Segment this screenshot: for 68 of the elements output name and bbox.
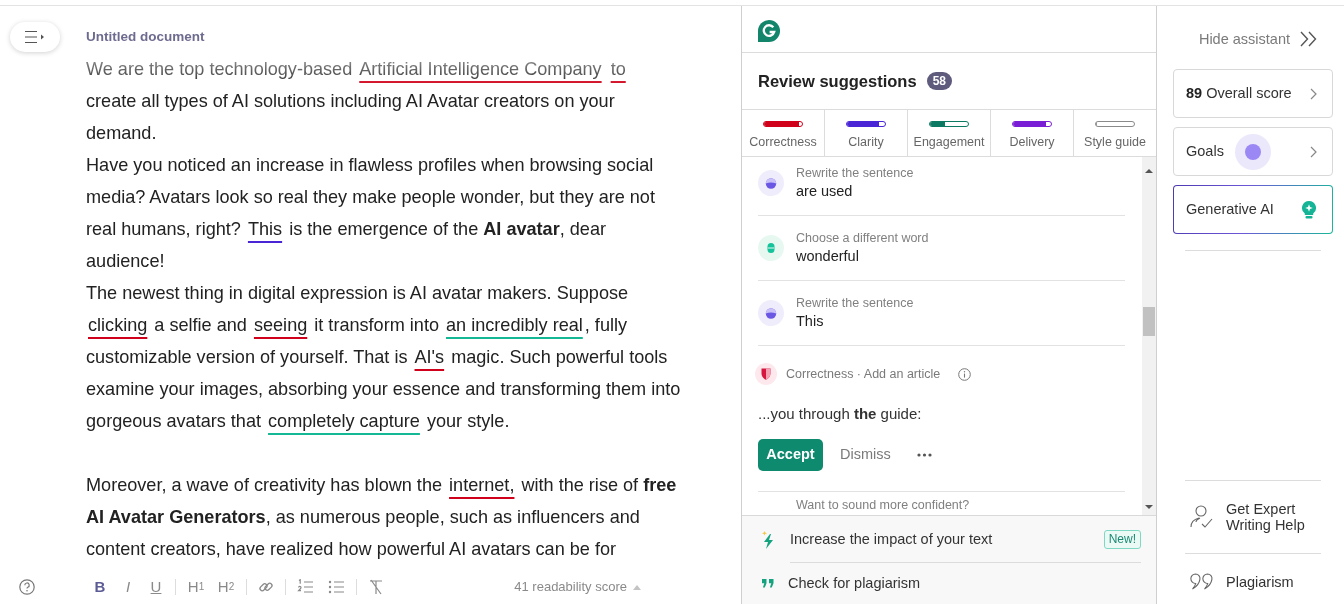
correctness-icon	[755, 363, 777, 385]
flagged-word[interactable]: completely capture	[266, 411, 422, 431]
suggestion-item[interactable]: Rewrite the sentence are used	[758, 157, 1125, 216]
accept-button[interactable]: Accept	[758, 439, 823, 471]
lightning-icon	[760, 530, 776, 549]
flagged-word[interactable]: Artificial Intelligence Company	[357, 59, 604, 79]
flagged-word[interactable]: clicking	[86, 315, 150, 335]
help-icon[interactable]	[19, 579, 35, 595]
numbered-list-icon[interactable]	[297, 579, 314, 595]
person-check-icon	[1190, 504, 1214, 530]
scrollbar[interactable]	[1142, 157, 1156, 515]
hide-assistant-button[interactable]: Hide assistant	[1198, 29, 1317, 49]
paragraph: The newest thing in digital expression is AI avatar makers. Suppose clicking a selfie and seeing it transform into an incredibly real, fully customizable version of yourself. That is AI's magic. Such powerful tools examine your images, absorbing your essence and transforming them into gorgeous avatars that completely capture your style.	[86, 282, 682, 433]
suggestion-label: Rewrite the sentence	[796, 165, 914, 181]
bullet-list-icon[interactable]	[328, 579, 345, 595]
flagged-word[interactable]: AI's	[412, 347, 447, 367]
suggestion-heading: Correctness · Add an article	[786, 365, 941, 383]
flagged-word[interactable]: internet,	[447, 475, 517, 495]
suggestion-text: are used	[796, 182, 854, 201]
dot-icon	[1234, 133, 1271, 170]
scroll-down-icon[interactable]	[1145, 504, 1153, 510]
lightbulb-icon	[1301, 200, 1317, 219]
flagged-word[interactable]: to	[608, 59, 628, 79]
suggestion-excerpt: ...you through the guide:	[758, 404, 923, 424]
logo-icon	[758, 19, 780, 42]
tool-item[interactable]: Check for plagiarism	[742, 563, 1156, 604]
info-icon[interactable]	[958, 367, 972, 381]
double-chevron-icon	[1300, 31, 1317, 47]
paragraph: We are the top technology-based Artificial Intelligence Company to create all types of AI solutions including AI Avatar creators on your demand.	[86, 58, 629, 145]
clarity-icon	[758, 170, 784, 196]
suggestion-item[interactable]: Rewrite the sentence This	[758, 281, 1125, 346]
suggestion-label: Choose a different word	[796, 230, 929, 246]
suggestion-text: This	[796, 312, 825, 331]
clarity-icon	[758, 300, 784, 326]
scroll-up-icon[interactable]	[1145, 168, 1153, 174]
flagged-word[interactable]: an incredibly real	[444, 315, 585, 335]
chevron-right-icon	[1310, 145, 1317, 158]
goals-card[interactable]: Goals	[1173, 127, 1333, 176]
chevron-right-icon	[1310, 87, 1317, 100]
quote-icon	[1190, 573, 1214, 591]
suggestion-text: wonderful	[796, 247, 860, 266]
new-badge: New!	[1103, 530, 1141, 549]
flagged-word[interactable]: This	[245, 219, 285, 239]
overall-score-card[interactable]: 89 Overall score	[1173, 69, 1333, 118]
more-icon[interactable]	[916, 453, 932, 457]
caret-icon	[633, 584, 641, 590]
menu-button[interactable]	[10, 22, 60, 52]
expert-help-link[interactable]: Get Expert Writing Help	[1157, 481, 1344, 553]
panel-title: Review suggestions	[758, 70, 917, 92]
clear-formatting-icon[interactable]	[368, 579, 384, 595]
quote-icon	[762, 579, 774, 588]
engagement-icon	[758, 235, 784, 261]
plagiarism-link[interactable]: Plagiarism	[1157, 554, 1344, 604]
menu-icon	[24, 30, 46, 44]
generative-ai-card[interactable]: Generative AI	[1173, 185, 1333, 234]
dismiss-button[interactable]: Dismiss	[834, 440, 897, 470]
suggestion-label: Want to sound more confident?	[796, 497, 971, 513]
count-badge: 58	[926, 72, 952, 90]
suggestion-label: Rewrite the sentence	[796, 295, 914, 311]
bold-button[interactable]: B	[88, 575, 112, 599]
document-title[interactable]: Untitled document	[86, 28, 205, 46]
paragraph: Moreover, a wave of creativity has blown the internet, with the rise of free AI Avatar Generators, as numerous people, such as influencers and content creators, have realized how powerful AI avatars can be for	[86, 474, 678, 561]
readability-score-button[interactable]: 41 readability score	[514, 577, 641, 597]
scrollbar-thumb[interactable]	[1143, 307, 1155, 336]
italic-button[interactable]: I	[116, 575, 140, 599]
flagged-word[interactable]: seeing	[251, 315, 310, 335]
suggestion-item[interactable]: Choose a different word wonderful	[758, 216, 1125, 281]
paragraph: Have you noticed an increase in flawless profiles when browsing social media? Avatars look so real they make people wonder, but they are not real humans, right? This is the emergence of the AI avatar, dear audience!	[86, 154, 656, 273]
